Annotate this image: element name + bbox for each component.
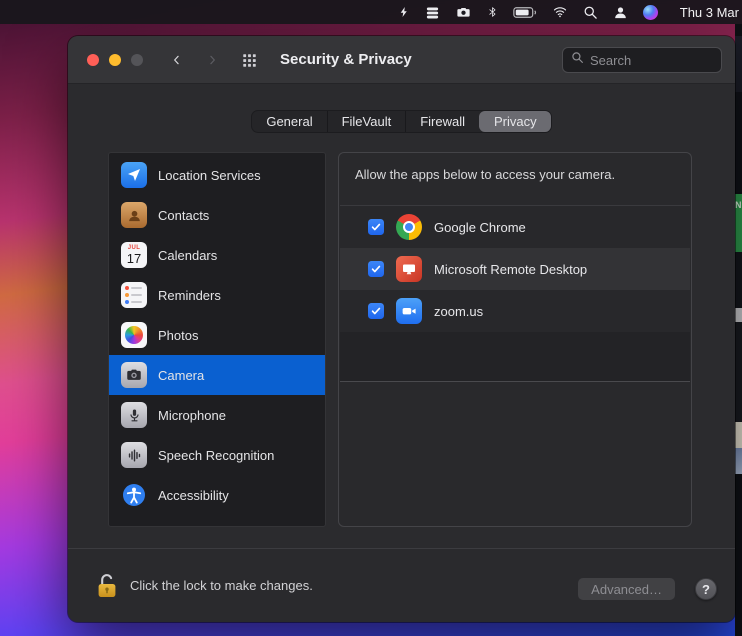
window-footer: Click the lock to make changes. Advanced… — [68, 548, 735, 622]
background-window-sliver — [735, 422, 742, 448]
show-all-grid-icon[interactable] — [242, 52, 260, 68]
app-name: Microsoft Remote Desktop — [434, 262, 587, 277]
tab-filevault[interactable]: FileVault — [327, 111, 406, 132]
lock-icon[interactable] — [96, 572, 118, 604]
sidebar-item-label: Microphone — [158, 408, 226, 423]
reminders-icon — [121, 282, 147, 308]
sidebar-item-contacts[interactable]: Contacts — [109, 195, 325, 235]
advanced-button[interactable]: Advanced… — [578, 578, 675, 600]
tab-bar: General FileVault Firewall Privacy — [68, 110, 735, 133]
background-window-sliver — [735, 252, 742, 308]
sidebar-item-label: Contacts — [158, 208, 209, 223]
background-window-sliver — [735, 474, 742, 636]
background-window-sliver — [735, 448, 742, 474]
tab-privacy[interactable]: Privacy — [479, 111, 551, 132]
app-name: zoom.us — [434, 304, 483, 319]
search-input[interactable] — [590, 53, 713, 68]
background-windows: N — [735, 24, 742, 636]
sidebar-item-photos[interactable]: Photos — [109, 315, 325, 355]
sidebar-item-reminders[interactable]: Reminders — [109, 275, 325, 315]
app-checkbox[interactable] — [368, 303, 384, 319]
window-title: Security & Privacy — [280, 36, 412, 84]
contacts-icon — [121, 202, 147, 228]
battery-icon[interactable] — [513, 0, 537, 24]
microsoft-remote-desktop-icon — [396, 256, 422, 282]
background-window-sliver — [735, 308, 742, 322]
spotlight-icon[interactable] — [583, 0, 598, 24]
sidebar-item-microphone[interactable]: Microphone — [109, 395, 325, 435]
background-window-letter: N — [735, 200, 742, 210]
privacy-sidebar: Location Services Contacts JUL 17 Calend… — [108, 152, 326, 527]
sidebar-item-accessibility[interactable]: Accessibility — [109, 475, 325, 515]
desktop: Thu 3 Mar N Security & — [0, 0, 742, 636]
stack-icon[interactable] — [425, 0, 440, 24]
zoom-icon — [396, 298, 422, 324]
app-checkbox[interactable] — [368, 261, 384, 277]
calendars-icon: JUL 17 — [121, 242, 147, 268]
app-row-zoom-us[interactable]: zoom.us — [340, 290, 690, 332]
security-privacy-window: Security & Privacy General FileVault Fir… — [68, 36, 735, 622]
search-icon — [571, 51, 584, 69]
sidebar-item-calendars[interactable]: JUL 17 Calendars — [109, 235, 325, 275]
sidebar-item-label: Camera — [158, 368, 204, 383]
accessibility-icon — [121, 482, 147, 508]
close-button[interactable] — [87, 54, 99, 66]
sidebar-item-label: Calendars — [158, 248, 217, 263]
microphone-icon — [121, 402, 147, 428]
search-field[interactable] — [562, 47, 722, 73]
tab-general[interactable]: General — [252, 111, 326, 132]
google-chrome-icon — [396, 214, 422, 240]
background-window-sliver — [735, 322, 742, 422]
sidebar-item-camera[interactable]: Camera — [109, 355, 325, 395]
sidebar-item-label: Accessibility — [158, 488, 229, 503]
app-name: Google Chrome — [434, 220, 526, 235]
bluetooth-icon[interactable] — [487, 0, 498, 24]
camera-permissions-panel: Allow the apps below to access your came… — [338, 152, 692, 527]
menu-bar: Thu 3 Mar — [0, 0, 742, 24]
sidebar-item-label: Location Services — [158, 168, 261, 183]
app-permission-list: Google Chrome Microsoft Remote Desktop — [340, 205, 690, 382]
location-services-icon — [121, 162, 147, 188]
lock-hint-text: Click the lock to make changes. — [130, 549, 313, 622]
user-switch-icon[interactable] — [613, 0, 628, 24]
speech-recognition-icon — [121, 442, 147, 468]
panel-header-text: Allow the apps below to access your came… — [339, 153, 691, 182]
wifi-icon[interactable] — [552, 0, 568, 24]
forward-button[interactable] — [202, 51, 222, 69]
bolt-icon[interactable] — [398, 0, 410, 24]
menu-bar-clock[interactable]: Thu 3 Mar — [680, 5, 739, 20]
background-window-sliver — [735, 92, 742, 192]
photos-icon — [121, 322, 147, 348]
app-row-microsoft-remote-desktop[interactable]: Microsoft Remote Desktop — [340, 248, 690, 290]
help-button[interactable]: ? — [695, 578, 717, 600]
sidebar-item-location-services[interactable]: Location Services — [109, 155, 325, 195]
camera-icon — [121, 362, 147, 388]
app-row-google-chrome[interactable]: Google Chrome — [340, 206, 690, 248]
sidebar-item-label: Photos — [158, 328, 198, 343]
tab-firewall[interactable]: Firewall — [405, 111, 479, 132]
background-window-sliver — [735, 36, 742, 92]
camera-menu-icon[interactable] — [455, 0, 472, 24]
title-bar: Security & Privacy — [68, 36, 735, 84]
sidebar-item-label: Reminders — [158, 288, 221, 303]
minimize-button[interactable] — [109, 54, 121, 66]
siri-icon[interactable] — [643, 0, 658, 24]
back-button[interactable] — [166, 51, 186, 69]
zoom-button[interactable] — [131, 54, 143, 66]
sidebar-item-label: Speech Recognition — [158, 448, 274, 463]
app-checkbox[interactable] — [368, 219, 384, 235]
sidebar-item-speech-recognition[interactable]: Speech Recognition — [109, 435, 325, 475]
